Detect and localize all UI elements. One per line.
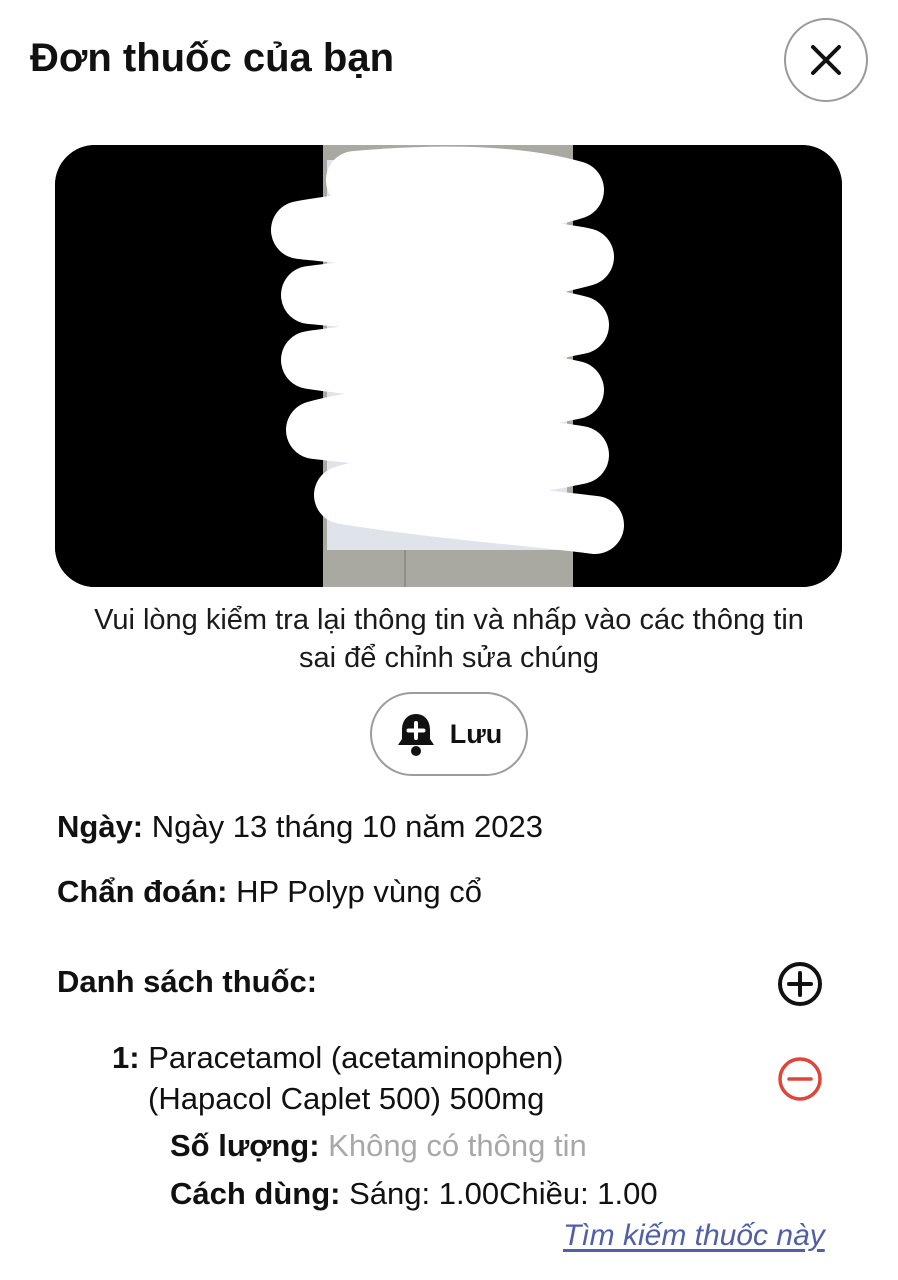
save-button[interactable]: Lưu — [370, 692, 528, 776]
minus-circle-icon[interactable] — [776, 1055, 824, 1103]
date-label: Ngày: — [57, 809, 144, 844]
date-row[interactable]: Ngày: Ngày 13 tháng 10 năm 2023 — [57, 809, 543, 845]
quantity-value: Không có thông tin — [328, 1128, 587, 1163]
close-button[interactable] — [784, 18, 868, 102]
plus-circle-icon[interactable] — [776, 960, 824, 1008]
diagnosis-value: HP Polyp vùng cổ — [236, 874, 482, 909]
medicine-item-name[interactable]: 1: Paracetamol (acetaminophen) — [112, 1040, 563, 1076]
usage-label: Cách dùng: — [170, 1176, 341, 1211]
save-button-label: Lưu — [449, 718, 503, 749]
date-value: Ngày 13 tháng 10 năm 2023 — [151, 809, 544, 844]
medicine-name-line2-row[interactable]: (Hapacol Caplet 500) 500mg — [148, 1081, 544, 1117]
diagnosis-label: Chẩn đoán: — [57, 874, 228, 909]
usage-value: Sáng: 1.00Chiều: 1.00 — [349, 1176, 658, 1211]
instruction-line-2: sai để chỉnh sửa chúng — [299, 642, 599, 674]
search-medicine-link[interactable]: Tìm kiếm thuốc này — [563, 1219, 825, 1253]
usage-row[interactable]: Cách dùng: Sáng: 1.00Chiều: 1.00 — [170, 1176, 658, 1212]
quantity-label: Số lượng: — [170, 1128, 320, 1163]
page-title: Đơn thuốc của bạn — [30, 36, 395, 80]
medicine-name-line2: (Hapacol Caplet 500) 500mg — [148, 1081, 545, 1116]
medicine-list-label: Danh sách thuốc: — [57, 964, 318, 999]
prescription-image — [55, 145, 842, 587]
medicine-list-heading: Danh sách thuốc: — [57, 964, 317, 1000]
diagnosis-row[interactable]: Chẩn đoán: HP Polyp vùng cổ — [57, 874, 482, 910]
close-icon — [811, 45, 841, 75]
bell-plus-icon — [397, 714, 434, 756]
prescription-photo[interactable] — [55, 145, 842, 587]
medicine-index: 1: — [112, 1040, 140, 1075]
quantity-row[interactable]: Số lượng: Không có thông tin — [170, 1128, 587, 1164]
instruction-text: Vui lòng kiểm tra lại thông tin và nhấp … — [0, 601, 898, 677]
instruction-line-1: Vui lòng kiểm tra lại thông tin và nhấp … — [94, 604, 804, 636]
medicine-name-line1: Paracetamol (acetaminophen) — [148, 1040, 564, 1075]
